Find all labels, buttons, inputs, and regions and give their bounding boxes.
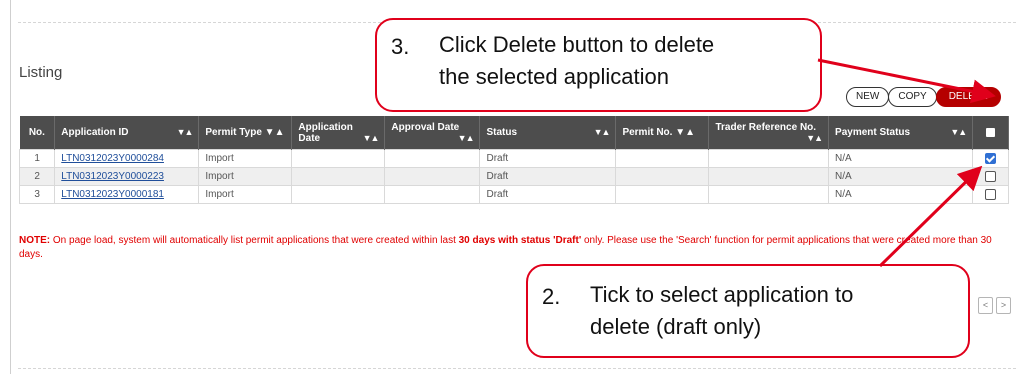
pagination: < >: [975, 297, 1011, 314]
prev-page-button[interactable]: <: [978, 297, 993, 314]
arrow-to-delete: [817, 58, 996, 104]
callout-arrows: [817, 58, 996, 268]
next-page-button[interactable]: >: [996, 297, 1011, 314]
arrow-to-checkbox: [878, 165, 983, 268]
